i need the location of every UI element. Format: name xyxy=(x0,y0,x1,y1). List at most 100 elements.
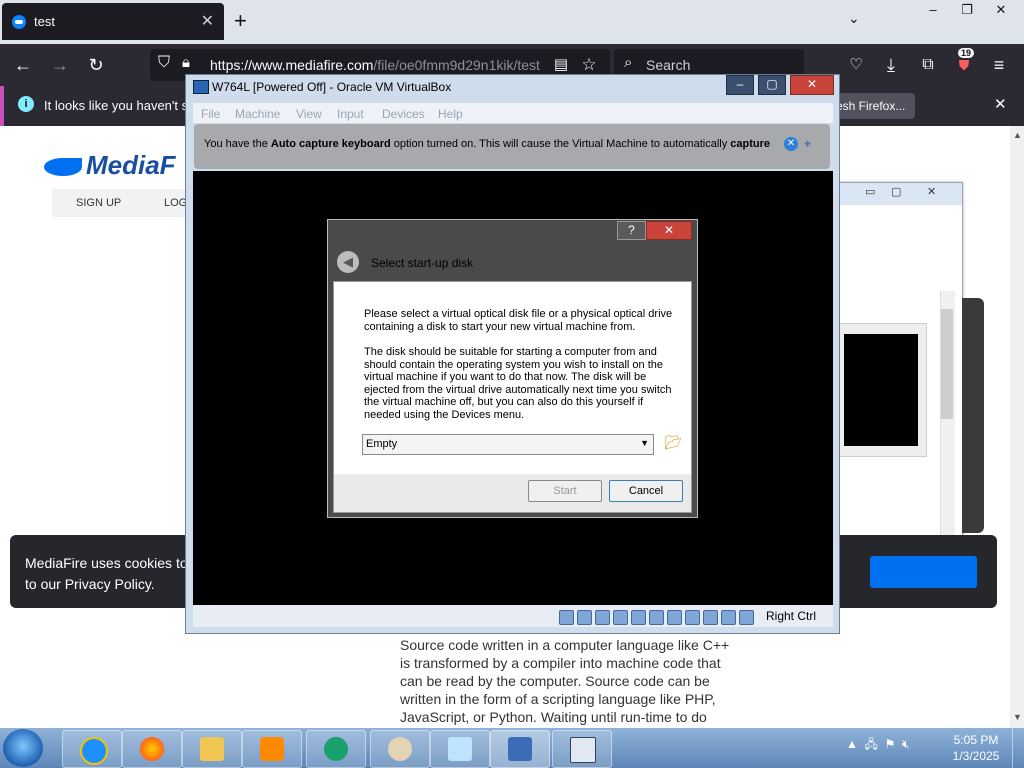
show-desktop-button[interactable] xyxy=(1012,728,1024,768)
notice-close-icon[interactable]: ✕ xyxy=(784,137,798,151)
preview-panel xyxy=(839,323,927,457)
cancel-button[interactable]: Cancel xyxy=(609,480,683,502)
auto-capture-notice: You have the Auto capture keyboard optio… xyxy=(194,124,830,169)
menu-input[interactable]: Input xyxy=(337,107,364,121)
cpu-icon[interactable] xyxy=(703,610,718,626)
notification-message: It looks like you haven't sta xyxy=(44,98,199,113)
windows-taskbar: ▲ 🖧 ⚑ 🔇︎ 5:05 PM 1/3/2025 xyxy=(0,728,1024,768)
taskbar-wmp-button[interactable] xyxy=(306,730,366,768)
close-window-button[interactable]: ✕ xyxy=(984,0,1018,20)
taskbar-virtualbox-button[interactable] xyxy=(490,730,550,768)
mediafire-favicon-icon xyxy=(12,15,26,29)
tab-close-icon[interactable]: ✕ xyxy=(201,11,214,31)
menu-view[interactable]: View xyxy=(296,107,322,121)
minimize-button[interactable]: – xyxy=(916,0,950,20)
back-arrow-icon[interactable]: ← xyxy=(10,52,36,78)
url-text[interactable]: https://www.mediafire.com/file/oe0fmm9d2… xyxy=(210,57,540,73)
usb-icon[interactable] xyxy=(631,610,646,626)
page-scrollbar[interactable]: ▲ ▼ xyxy=(1010,126,1024,728)
recording-icon[interactable] xyxy=(685,610,700,626)
choose-disk-folder-icon[interactable]: 📂︎ xyxy=(664,434,682,450)
taskbar-win7-vm-button[interactable] xyxy=(552,730,612,768)
host-key-arrow-icon[interactable] xyxy=(739,610,754,626)
new-tab-button[interactable]: + xyxy=(234,8,247,34)
windows-media-icon xyxy=(324,737,348,761)
bg-scrollbar-thumb[interactable] xyxy=(941,309,953,419)
audio-icon[interactable] xyxy=(595,610,610,626)
mediafire-logo[interactable]: MediaF xyxy=(44,150,176,181)
menu-devices[interactable]: Devices xyxy=(382,107,425,121)
system-tray[interactable]: ▲ 🖧 ⚑ 🔇︎ xyxy=(846,735,910,756)
clock-date: 1/3/2025 xyxy=(952,749,1000,763)
optical-drive-icon[interactable] xyxy=(577,610,592,626)
dark-side-panel xyxy=(962,298,984,533)
shared-folders-icon[interactable] xyxy=(649,610,664,626)
lock-icon[interactable]: 🔒︎ xyxy=(182,54,190,71)
network-icon[interactable] xyxy=(613,610,628,626)
background-window-titlebar: ▭ ▢ ✕ xyxy=(839,183,962,205)
forward-arrow-icon[interactable]: → xyxy=(47,52,73,78)
harddisk-icon[interactable] xyxy=(559,610,574,626)
notification-accent-stripe xyxy=(0,86,4,126)
display-icon[interactable] xyxy=(667,610,682,626)
chevron-down-icon: ▼ xyxy=(640,438,649,448)
info-icon: i xyxy=(18,96,34,112)
host-key-label: Right Ctrl xyxy=(766,609,817,623)
tab-title: test xyxy=(34,14,55,29)
menu-help[interactable]: Help xyxy=(438,107,463,121)
disk-select-dropdown[interactable]: Empty ▼ xyxy=(362,434,654,455)
folder-icon xyxy=(200,737,224,761)
extensions-icon[interactable]: ⧉ xyxy=(915,52,941,78)
pocket-icon[interactable]: ♡ xyxy=(843,52,869,78)
dialog-help-button[interactable]: ? xyxy=(617,221,646,240)
taskbar-app-button[interactable] xyxy=(430,730,490,768)
taskbar-paint-button[interactable] xyxy=(370,730,430,768)
notice-text: You have the Auto capture keyboard optio… xyxy=(204,138,771,150)
cookie-accept-button[interactable] xyxy=(870,556,977,588)
signup-link[interactable]: SIGN UP xyxy=(76,197,121,209)
notepad-icon xyxy=(448,737,472,761)
menu-machine[interactable]: Machine xyxy=(235,107,280,121)
mouse-integration-icon[interactable] xyxy=(721,610,736,626)
hamburger-menu-icon[interactable]: ≡ xyxy=(986,52,1012,78)
vm-minimize-button[interactable]: – xyxy=(726,75,754,95)
taskbar-firefox-button[interactable] xyxy=(122,730,182,768)
notification-close-icon[interactable]: ✕ xyxy=(994,95,1007,113)
vm-close-button[interactable]: ✕ xyxy=(790,75,834,95)
background-window[interactable]: ▭ ▢ ✕ xyxy=(838,182,963,580)
tracking-shield-icon[interactable]: ⛉ xyxy=(158,54,170,72)
dialog-footer: Start Cancel xyxy=(333,474,692,513)
dialog-para-1: Please select a virtual optical disk fil… xyxy=(364,308,673,333)
clock-time: 5:05 PM xyxy=(953,733,999,747)
vm-status-icons[interactable] xyxy=(559,609,757,627)
start-button[interactable]: Start xyxy=(528,480,602,502)
taskbar-media-player-button[interactable] xyxy=(242,730,302,768)
taskbar-explorer-button[interactable] xyxy=(182,730,242,768)
login-link[interactable]: LOG xyxy=(164,197,187,209)
cookie-text: MediaFire uses cookies to to our Privacy … xyxy=(25,555,188,592)
vm-maximize-button[interactable]: ▢ xyxy=(758,75,786,95)
paint-palette-icon xyxy=(388,737,412,761)
startup-disk-dialog[interactable]: ? ✕ ◀ Select start-up disk Please select… xyxy=(327,219,698,518)
reload-icon[interactable]: ↻ xyxy=(83,52,109,78)
menu-file[interactable]: File xyxy=(201,107,220,121)
media-player-icon xyxy=(260,737,284,761)
browser-tab-bar: test ✕ + ⌄ – ❐ ✕ xyxy=(0,0,1024,44)
start-button[interactable] xyxy=(3,729,43,767)
vm-64-7-icon xyxy=(570,737,596,763)
search-icon: ⌕ xyxy=(624,54,633,71)
bg-close-icon[interactable]: ✕ xyxy=(927,185,936,198)
bg-maximize-icon[interactable]: ▢ xyxy=(891,185,901,198)
tab-list-chevron-icon[interactable]: ⌄ xyxy=(848,10,860,27)
mediafire-logo-icon xyxy=(44,158,82,177)
downloads-icon[interactable]: ⤓ xyxy=(878,52,904,78)
taskbar-clock[interactable]: 5:05 PM 1/3/2025 xyxy=(944,732,1008,764)
notice-mouse-icon[interactable]: ⌖ xyxy=(804,136,811,152)
dialog-close-button[interactable]: ✕ xyxy=(646,221,692,240)
browser-tab[interactable]: test ✕ xyxy=(2,3,224,40)
back-arrow-icon[interactable]: ◀ xyxy=(337,251,359,273)
bg-minimize-icon[interactable]: ▭ xyxy=(865,185,875,198)
dialog-para-2: The disk should be suitable for starting… xyxy=(364,346,672,421)
restore-button[interactable]: ❐ xyxy=(950,0,984,20)
taskbar-ie-button[interactable] xyxy=(62,730,122,768)
